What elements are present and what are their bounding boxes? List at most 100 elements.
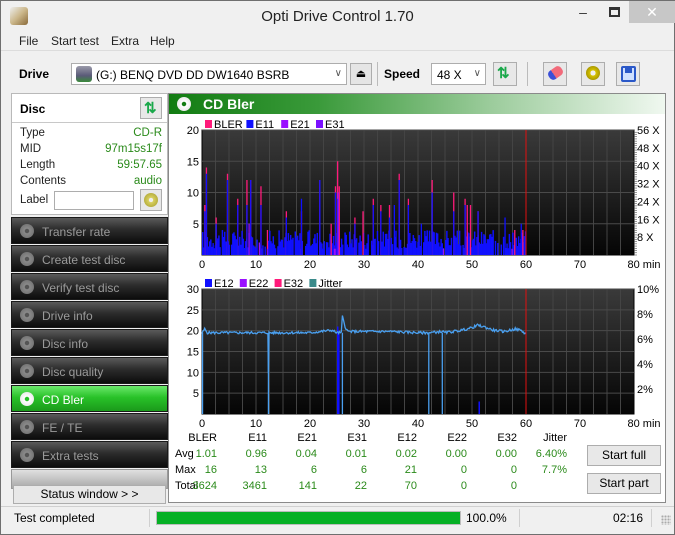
nav-create-test-disc[interactable]: Create test disc — [11, 245, 168, 272]
nav-label: Verify test disc — [42, 281, 120, 295]
x-tick-label: 40 — [412, 259, 424, 271]
e11-bar — [342, 244, 344, 255]
e31-bar — [334, 248, 337, 255]
e12-bar — [338, 330, 340, 414]
stats-value: 0 — [460, 464, 467, 476]
e11-bar — [429, 241, 432, 255]
nav-disc-quality[interactable]: Disc quality — [11, 357, 168, 384]
disc-key: Contents — [20, 175, 67, 187]
minimize-button[interactable]: – — [568, 1, 598, 23]
progress-fill — [157, 512, 460, 524]
settings-button[interactable] — [581, 62, 605, 86]
e11-bar — [502, 236, 505, 255]
drive-select[interactable]: (G:) BENQ DVD DD DW1640 BSRB ∨ — [71, 63, 347, 85]
menu-file[interactable]: File — [19, 34, 38, 48]
refresh-speed-button[interactable]: ⇅ — [493, 62, 517, 86]
x-tick-label: 60 — [520, 418, 532, 430]
disc-icon — [20, 448, 34, 462]
disc-refresh-button[interactable]: ⇅ — [140, 97, 162, 119]
stats-value: 13 — [254, 464, 267, 476]
y2-tick-label: 4% — [637, 359, 653, 371]
maximize-button[interactable] — [599, 1, 629, 23]
menu-start-test[interactable]: Start test — [51, 34, 99, 48]
status-window-button[interactable]: Status window > > — [13, 485, 166, 504]
progress-text: 100.0% — [466, 511, 507, 525]
x-tick-label: 80 min — [627, 418, 660, 430]
nav-drive-info[interactable]: Drive info — [11, 301, 168, 328]
e11-bar — [401, 248, 403, 255]
x-tick-label: 30 — [358, 259, 370, 271]
stats-value: 6 — [360, 464, 367, 476]
cd-bler-panel: CD Bler 5 10 15 20 0 10 20 30 40 50 60 70 80 min 8 X1… — [168, 93, 666, 503]
speed-select[interactable]: 48 X ∨ — [431, 63, 486, 85]
start-part-button[interactable]: Start part — [587, 473, 661, 494]
nav-cd-bler[interactable]: CD Bler — [11, 385, 168, 412]
e11-bar — [264, 246, 266, 255]
bler-bar — [466, 205, 468, 255]
y2-tick-label: 6% — [637, 334, 653, 346]
x-tick-label: 50 — [466, 418, 478, 430]
bler-bar — [514, 230, 516, 255]
nav-disc-info[interactable]: Disc info — [11, 329, 168, 356]
e11-bar — [226, 180, 229, 255]
disc-icon — [20, 308, 34, 322]
menu-extra[interactable]: Extra — [111, 34, 139, 48]
stats-value: 0.01 — [345, 448, 367, 460]
e11-bar — [420, 223, 422, 255]
e21-bar — [442, 248, 445, 255]
start-full-button[interactable]: Start full — [587, 445, 661, 466]
settings-icon — [586, 66, 600, 80]
legend-label: E32 — [284, 278, 304, 290]
disc-row-mid: MID 97m15s17f — [20, 143, 162, 159]
disc-key: Type — [20, 127, 45, 139]
menu-help[interactable]: Help — [150, 34, 175, 48]
erase-button[interactable] — [543, 62, 567, 86]
stats-value: 6 — [310, 464, 317, 476]
e11-bar — [316, 232, 319, 255]
save-button[interactable] — [616, 62, 640, 86]
chevron-down-icon: ∨ — [473, 68, 481, 79]
e11-bar — [494, 240, 497, 255]
nav-extra-tests[interactable]: Extra tests — [11, 441, 168, 468]
resize-grip[interactable] — [661, 515, 671, 525]
stats-column-header: E12 — [397, 432, 417, 444]
panel-title: CD Bler — [203, 96, 255, 112]
status-text: Test completed — [14, 511, 95, 525]
label-key: Label — [20, 194, 49, 206]
x-tick-label: 70 — [574, 418, 586, 430]
drive-value: (G:) BENQ DVD DD DW1640 BSRB — [96, 68, 290, 82]
read-label-button[interactable] — [140, 189, 162, 211]
nav-verify-test-disc[interactable]: Verify test disc — [11, 273, 168, 300]
e11-bar — [393, 205, 395, 255]
legend-label: BLER — [214, 119, 243, 131]
y-tick-label: 10 — [187, 188, 199, 200]
disc-key: MID — [20, 143, 42, 155]
y-tick-label: 20 — [187, 326, 199, 338]
x-tick-label: 20 — [304, 418, 316, 430]
y-tick-label: 15 — [187, 347, 199, 359]
close-button[interactable]: ✕ — [629, 1, 675, 23]
status-separator — [149, 509, 150, 527]
e11-bar — [219, 247, 221, 255]
e11-bar — [360, 241, 362, 255]
legend-swatch — [239, 279, 247, 287]
nav-fe-te[interactable]: FE / TE — [11, 413, 168, 440]
e11-bar — [319, 180, 321, 255]
label-input[interactable] — [54, 191, 134, 210]
stats-value: 16 — [204, 464, 217, 476]
nav-label: FE / TE — [42, 421, 83, 435]
e11-bar — [300, 198, 303, 255]
e11-bar — [398, 180, 400, 255]
legend-swatch — [246, 120, 254, 128]
nav-transfer-rate[interactable]: Transfer rate — [11, 217, 168, 244]
x-tick-label: 50 — [466, 259, 478, 271]
app-window: Opti Drive Control 1.70 – ✕ File Start t… — [0, 0, 675, 535]
nav-label: Create test disc — [42, 253, 126, 267]
e11-bar — [262, 245, 264, 255]
e11-bar — [504, 217, 506, 255]
disc-icon — [20, 224, 34, 238]
eject-button[interactable]: ⏏ — [350, 63, 372, 85]
stats-value: 21 — [404, 464, 417, 476]
stats-column-header: E32 — [497, 432, 517, 444]
nav-label: Disc quality — [42, 365, 104, 379]
